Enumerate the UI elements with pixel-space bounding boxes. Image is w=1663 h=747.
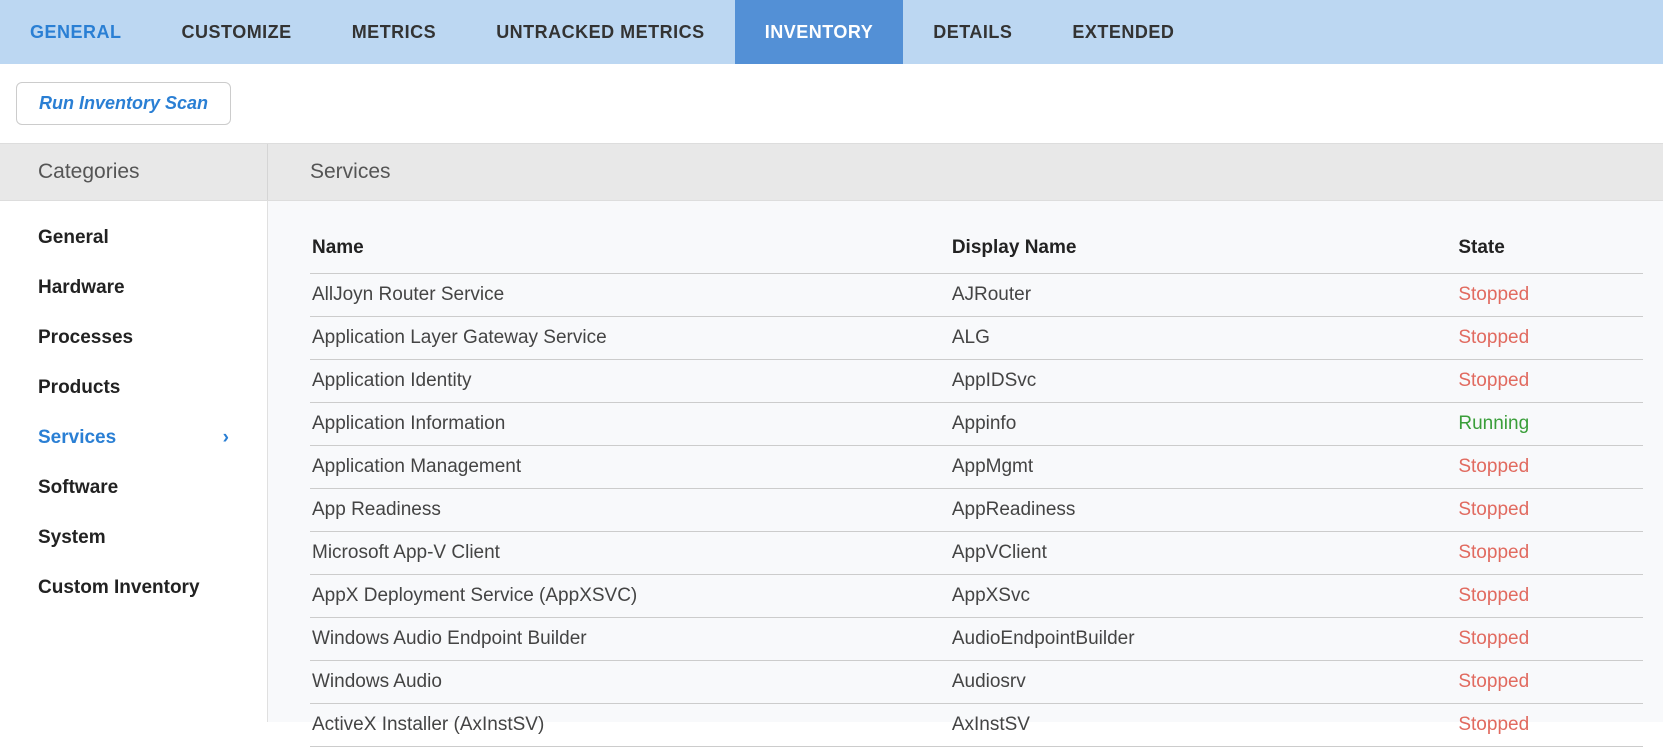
cell-name: ActiveX Installer (AxInstSV) bbox=[310, 704, 950, 747]
cell-state: Stopped bbox=[1456, 274, 1643, 317]
table-row[interactable]: Windows Audio Endpoint BuilderAudioEndpo… bbox=[310, 618, 1643, 661]
cell-display: AppMgmt bbox=[950, 446, 1457, 489]
cell-name: Windows Audio bbox=[310, 661, 950, 704]
cell-state: Stopped bbox=[1456, 618, 1643, 661]
col-header-display[interactable]: Display Name bbox=[950, 229, 1457, 274]
cell-name: Application Management bbox=[310, 446, 950, 489]
action-bar: Run Inventory Scan bbox=[0, 64, 1663, 143]
table-row[interactable]: Application Layer Gateway ServiceALGStop… bbox=[310, 317, 1643, 360]
tab-extended[interactable]: EXTENDED bbox=[1042, 0, 1204, 64]
cell-display: Audiosrv bbox=[950, 661, 1457, 704]
col-header-state[interactable]: State bbox=[1456, 229, 1643, 274]
table-header-row: Name Display Name State bbox=[310, 229, 1643, 274]
cell-name: AppX Deployment Service (AppXSVC) bbox=[310, 575, 950, 618]
cell-name: Application Information bbox=[310, 403, 950, 446]
tab-metrics[interactable]: METRICS bbox=[322, 0, 467, 64]
panel-title: Services bbox=[268, 144, 1663, 200]
sidebar-item-label: Hardware bbox=[38, 277, 125, 299]
cell-display: Appinfo bbox=[950, 403, 1457, 446]
cell-name: Application Layer Gateway Service bbox=[310, 317, 950, 360]
cell-display: AJRouter bbox=[950, 274, 1457, 317]
col-header-name[interactable]: Name bbox=[310, 229, 950, 274]
cell-state: Stopped bbox=[1456, 704, 1643, 747]
cell-display: AppIDSvc bbox=[950, 360, 1457, 403]
tabs-bar: GENERALCUSTOMIZEMETRICSUNTRACKED METRICS… bbox=[0, 0, 1663, 64]
cell-name: AllJoyn Router Service bbox=[310, 274, 950, 317]
table-row[interactable]: Microsoft App-V ClientAppVClientStopped bbox=[310, 532, 1643, 575]
sidebar-item-processes[interactable]: Processes bbox=[0, 313, 267, 363]
table-row[interactable]: Application ManagementAppMgmtStopped bbox=[310, 446, 1643, 489]
table-row[interactable]: Windows AudioAudiosrvStopped bbox=[310, 661, 1643, 704]
main-panel: Name Display Name State AllJoyn Router S… bbox=[268, 201, 1663, 722]
services-table: Name Display Name State AllJoyn Router S… bbox=[310, 229, 1643, 747]
sidebar-item-label: General bbox=[38, 227, 109, 249]
sidebar-item-system[interactable]: System bbox=[0, 513, 267, 563]
table-row[interactable]: Application InformationAppinfoRunning bbox=[310, 403, 1643, 446]
tab-general[interactable]: GENERAL bbox=[0, 0, 152, 64]
sidebar-item-hardware[interactable]: Hardware bbox=[0, 263, 267, 313]
cell-display: AppReadiness bbox=[950, 489, 1457, 532]
chevron-right-icon: › bbox=[223, 427, 229, 449]
cell-state: Stopped bbox=[1456, 317, 1643, 360]
sidebar-item-software[interactable]: Software bbox=[0, 463, 267, 513]
cell-name: Microsoft App-V Client bbox=[310, 532, 950, 575]
sidebar: General Hardware Processes Products Services… bbox=[0, 201, 268, 722]
cell-state: Stopped bbox=[1456, 489, 1643, 532]
tab-details[interactable]: DETAILS bbox=[903, 0, 1042, 64]
sidebar-item-custom-inventory[interactable]: Custom Inventory bbox=[0, 563, 267, 613]
sidebar-item-products[interactable]: Products bbox=[0, 363, 267, 413]
cell-display: AppVClient bbox=[950, 532, 1457, 575]
table-row[interactable]: ActiveX Installer (AxInstSV)AxInstSVStop… bbox=[310, 704, 1643, 747]
cell-display: ALG bbox=[950, 317, 1457, 360]
cell-state: Stopped bbox=[1456, 661, 1643, 704]
sidebar-item-label: Software bbox=[38, 477, 118, 499]
cell-display: AppXSvc bbox=[950, 575, 1457, 618]
cell-state: Running bbox=[1456, 403, 1643, 446]
content-header-row: Categories Services bbox=[0, 143, 1663, 201]
categories-header: Categories bbox=[0, 144, 268, 200]
sidebar-item-label: Processes bbox=[38, 327, 133, 349]
table-row[interactable]: AppX Deployment Service (AppXSVC)AppXSvc… bbox=[310, 575, 1643, 618]
cell-state: Stopped bbox=[1456, 446, 1643, 489]
sidebar-item-services[interactable]: Services › bbox=[0, 413, 267, 463]
content-body: General Hardware Processes Products Services… bbox=[0, 201, 1663, 722]
cell-state: Stopped bbox=[1456, 360, 1643, 403]
cell-display: AxInstSV bbox=[950, 704, 1457, 747]
sidebar-item-general[interactable]: General bbox=[0, 213, 267, 263]
cell-name: Windows Audio Endpoint Builder bbox=[310, 618, 950, 661]
table-row[interactable]: App ReadinessAppReadinessStopped bbox=[310, 489, 1643, 532]
cell-display: AudioEndpointBuilder bbox=[950, 618, 1457, 661]
sidebar-item-label: Products bbox=[38, 377, 120, 399]
table-row[interactable]: Application IdentityAppIDSvcStopped bbox=[310, 360, 1643, 403]
tab-customize[interactable]: CUSTOMIZE bbox=[152, 0, 322, 64]
cell-state: Stopped bbox=[1456, 532, 1643, 575]
cell-state: Stopped bbox=[1456, 575, 1643, 618]
cell-name: Application Identity bbox=[310, 360, 950, 403]
sidebar-item-label: Custom Inventory bbox=[38, 577, 200, 599]
sidebar-item-label: Services bbox=[38, 427, 116, 449]
tab-inventory[interactable]: INVENTORY bbox=[735, 0, 904, 64]
sidebar-item-label: System bbox=[38, 527, 106, 549]
run-inventory-scan-button[interactable]: Run Inventory Scan bbox=[16, 82, 231, 125]
table-row[interactable]: AllJoyn Router ServiceAJRouterStopped bbox=[310, 274, 1643, 317]
tab-untracked-metrics[interactable]: UNTRACKED METRICS bbox=[466, 0, 735, 64]
cell-name: App Readiness bbox=[310, 489, 950, 532]
